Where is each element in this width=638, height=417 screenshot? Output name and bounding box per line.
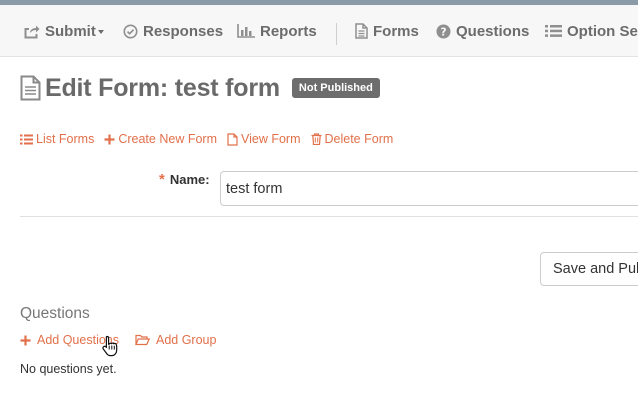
add-questions-link[interactable]: Add Questions xyxy=(20,333,119,347)
name-input[interactable] xyxy=(220,171,638,206)
delete-form-label: Delete Form xyxy=(324,132,394,146)
questions-actions: Add Questions Add Group xyxy=(20,332,232,348)
plus-icon xyxy=(104,134,115,145)
divider xyxy=(20,216,638,217)
check-circle-icon xyxy=(123,24,138,39)
questions-heading: Questions xyxy=(20,305,90,322)
chevron-down-icon xyxy=(97,30,104,34)
nav-forms-label: Forms xyxy=(373,22,419,40)
save-and-publish-button[interactable]: Save and Publish xyxy=(540,252,638,286)
page-title: Edit Form: test form xyxy=(45,73,280,102)
share-icon xyxy=(23,24,40,39)
status-badge: Not Published xyxy=(291,78,380,98)
document-icon xyxy=(20,75,41,101)
form-actions: List Forms Create New Form View Form Del… xyxy=(20,131,403,147)
add-group-label: Add Group xyxy=(156,333,217,347)
view-form-label: View Form xyxy=(240,132,301,146)
nav-submit[interactable]: Submit xyxy=(23,5,104,57)
nav-option-sets[interactable]: Option Set xyxy=(545,5,638,57)
question-circle-icon: ? xyxy=(436,24,451,39)
create-new-form-link[interactable]: Create New Form xyxy=(104,132,217,146)
nav-responses-label: Responses xyxy=(143,22,224,40)
nav-divider xyxy=(336,23,337,45)
list-icon xyxy=(545,24,562,38)
view-form-link[interactable]: View Form xyxy=(227,132,301,146)
nav-questions-label: Questions xyxy=(456,22,530,40)
add-questions-label: Add Questions xyxy=(37,333,119,347)
create-new-form-label: Create New Form xyxy=(118,132,217,146)
list-forms-link[interactable]: List Forms xyxy=(20,132,94,146)
required-asterisk: * xyxy=(159,171,165,188)
svg-text:?: ? xyxy=(440,26,446,38)
list-icon xyxy=(20,134,33,145)
delete-form-link[interactable]: Delete Form xyxy=(311,132,394,146)
page-header: Edit Form: test form Not Published xyxy=(20,72,380,104)
folder-open-icon xyxy=(135,334,150,346)
nav-submit-label: Submit xyxy=(45,22,96,40)
document-icon xyxy=(355,23,368,39)
empty-questions-message: No questions yet. xyxy=(20,362,117,376)
main-navbar: Submit Responses Reports Forms ? Questio… xyxy=(0,5,638,57)
trash-icon xyxy=(311,133,322,145)
name-label-text: Name: xyxy=(169,172,210,187)
list-forms-label: List Forms xyxy=(36,132,95,146)
nav-questions[interactable]: ? Questions xyxy=(436,5,529,57)
document-icon xyxy=(227,132,238,146)
add-group-link[interactable]: Add Group xyxy=(135,333,216,347)
nav-forms[interactable]: Forms xyxy=(355,5,419,57)
bar-chart-icon xyxy=(237,24,255,38)
plus-icon xyxy=(20,335,31,346)
name-field-label: * Name: xyxy=(159,171,210,188)
nav-reports-label: Reports xyxy=(260,22,317,40)
nav-option-sets-label: Option Set xyxy=(567,22,638,40)
nav-responses[interactable]: Responses xyxy=(123,5,223,57)
nav-reports[interactable]: Reports xyxy=(237,5,317,57)
